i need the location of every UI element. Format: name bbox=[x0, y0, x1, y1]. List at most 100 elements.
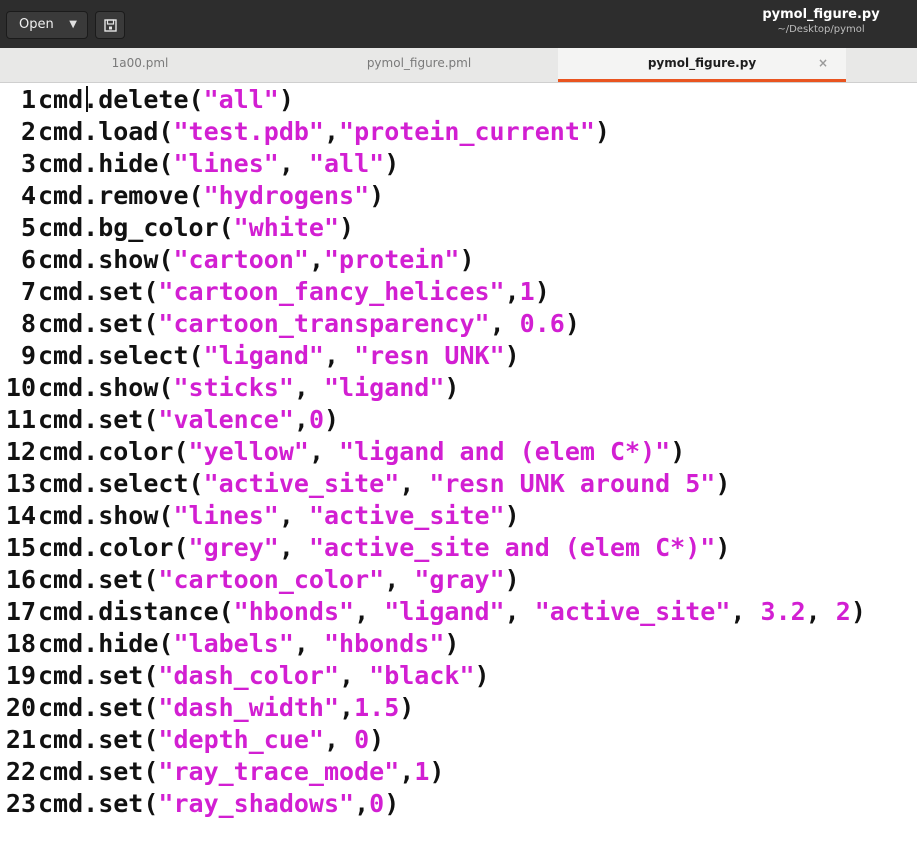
code-token: , bbox=[308, 437, 340, 466]
code-token: cmd.set( bbox=[38, 565, 159, 594]
code-token: cmd.show( bbox=[38, 373, 174, 402]
line-number: 5 bbox=[20, 213, 36, 242]
code-text: cmd.bg_color("white") bbox=[36, 213, 354, 242]
code-line[interactable]: 13cmd.select("active_site", "resn UNK ar… bbox=[0, 468, 731, 500]
code-line[interactable]: 2cmd.load("test.pdb","protein_current") bbox=[0, 116, 610, 148]
code-line[interactable]: 18cmd.hide("labels", "hbonds") bbox=[0, 628, 460, 660]
code-editor[interactable]: 1cmd.delete("all") 2cmd.load("test.pdb","… bbox=[0, 84, 917, 850]
code-line[interactable]: 8cmd.set("cartoon_transparency", 0.6) bbox=[0, 308, 580, 340]
code-token: , bbox=[324, 341, 355, 370]
code-token: , bbox=[354, 789, 370, 818]
string-literal: "hbonds" bbox=[233, 597, 355, 626]
line-number: 21 bbox=[5, 725, 36, 754]
code-token: , bbox=[278, 533, 309, 562]
code-token: , bbox=[278, 501, 309, 530]
code-line[interactable]: 17cmd.distance("hbonds", "ligand", "acti… bbox=[0, 596, 866, 628]
save-icon bbox=[104, 19, 117, 32]
string-literal: "black" bbox=[369, 661, 475, 690]
tab-pymol-figure-pml[interactable]: pymol_figure.pml bbox=[280, 48, 558, 82]
save-button[interactable] bbox=[95, 11, 125, 39]
line-number: 16 bbox=[5, 565, 36, 594]
open-button[interactable]: Open ▼ bbox=[6, 11, 88, 39]
string-literal: "ligand" bbox=[203, 341, 324, 370]
code-token: cmd.hide( bbox=[38, 149, 174, 178]
code-token: ) bbox=[384, 149, 400, 178]
code-line[interactable]: 6cmd.show("cartoon","protein") bbox=[0, 244, 475, 276]
code-token: , bbox=[339, 661, 370, 690]
code-token: cmd.select( bbox=[38, 341, 204, 370]
window-title: pymol_figure.py ~/Desktop/pymol bbox=[751, 7, 891, 37]
close-icon[interactable]: × bbox=[818, 48, 828, 78]
code-line[interactable]: 20cmd.set("dash_width",1.5) bbox=[0, 692, 414, 724]
code-token: cmd.distance( bbox=[38, 597, 234, 626]
code-line[interactable]: 14cmd.show("lines", "active_site") bbox=[0, 500, 520, 532]
code-token: ) bbox=[534, 277, 550, 306]
code-text: cmd.load("test.pdb","protein_current") bbox=[36, 117, 610, 146]
code-token: cmd.color( bbox=[38, 533, 189, 562]
line-number: 14 bbox=[5, 501, 36, 530]
string-literal: "protein" bbox=[324, 245, 460, 274]
code-line[interactable]: 22cmd.set("ray_trace_mode",1) bbox=[0, 756, 445, 788]
code-line[interactable]: 23cmd.set("ray_shadows",0) bbox=[0, 788, 399, 820]
string-literal: "ligand" bbox=[324, 373, 445, 402]
code-text: cmd.distance("hbonds", "ligand", "active… bbox=[36, 597, 866, 626]
code-line[interactable]: 16cmd.set("cartoon_color", "gray") bbox=[0, 564, 520, 596]
code-line[interactable]: 11cmd.set("valence",0) bbox=[0, 404, 339, 436]
code-line[interactable]: 3cmd.hide("lines", "all") bbox=[0, 148, 399, 180]
tab-1a00-pml[interactable]: 1a00.pml bbox=[0, 48, 280, 82]
code-line[interactable]: 21cmd.set("depth_cue", 0) bbox=[0, 724, 384, 756]
code-token: , bbox=[278, 149, 309, 178]
code-token: cmd.set( bbox=[38, 757, 159, 786]
code-text: cmd.color("yellow", "ligand and (elem C*… bbox=[36, 437, 685, 466]
code-line[interactable]: 9cmd.select("ligand", "resn UNK") bbox=[0, 340, 520, 372]
code-line[interactable]: 7cmd.set("cartoon_fancy_helices",1) bbox=[0, 276, 550, 308]
code-line[interactable]: 5cmd.bg_color("white") bbox=[0, 212, 354, 244]
line-number: 17 bbox=[5, 597, 36, 626]
line-number: 2 bbox=[20, 117, 36, 146]
code-line[interactable]: 15cmd.color("grey", "active_site and (el… bbox=[0, 532, 731, 564]
string-literal: "resn UNK around 5" bbox=[429, 469, 716, 498]
tab-pymol-figure-py[interactable]: pymol_figure.py × bbox=[558, 48, 846, 82]
code-token: ) bbox=[715, 469, 731, 498]
string-literal: "grey" bbox=[188, 533, 279, 562]
line-number: 1 bbox=[20, 85, 36, 114]
code-token: cmd.set( bbox=[38, 277, 159, 306]
window-file-name: pymol_figure.py bbox=[762, 7, 880, 22]
code-text: cmd.set("cartoon_color", "gray") bbox=[36, 565, 520, 594]
code-line[interactable]: 4cmd.remove("hydrogens") bbox=[0, 180, 384, 212]
code-token: , bbox=[489, 309, 520, 338]
code-token: , bbox=[399, 757, 415, 786]
string-literal: "cartoon" bbox=[173, 245, 309, 274]
code-line[interactable]: 12cmd.color("yellow", "ligand and (elem … bbox=[0, 436, 685, 468]
line-number: 19 bbox=[5, 661, 36, 690]
string-literal: "yellow" bbox=[188, 437, 309, 466]
tab-bar: 1a00.pml pymol_figure.pml pymol_figure.p… bbox=[0, 48, 917, 83]
string-literal: "ray_trace_mode" bbox=[158, 757, 400, 786]
string-literal: "active_site and (elem C*)" bbox=[308, 533, 716, 562]
line-number: 22 bbox=[5, 757, 36, 786]
code-token: ) bbox=[444, 373, 460, 402]
code-line[interactable]: 1cmd.delete("all") bbox=[0, 84, 294, 116]
code-token: , bbox=[293, 373, 324, 402]
string-literal: 0 bbox=[308, 405, 325, 434]
string-literal: "dash_color" bbox=[158, 661, 340, 690]
string-literal: "white" bbox=[233, 213, 340, 242]
code-line[interactable]: 19cmd.set("dash_color", "black") bbox=[0, 660, 490, 692]
code-token: ) bbox=[474, 661, 490, 690]
code-token: ) bbox=[384, 789, 400, 818]
code-token: ) bbox=[399, 693, 415, 722]
code-text: cmd.set("ray_trace_mode",1) bbox=[36, 757, 444, 786]
string-literal: "test.pdb" bbox=[173, 117, 324, 146]
string-literal: "ligand" bbox=[384, 597, 505, 626]
code-token: cmd.delete( bbox=[38, 85, 204, 114]
text-cursor bbox=[86, 86, 88, 112]
title-bar: Open ▼ pymol_figure.py ~/Desktop/pymol bbox=[0, 0, 917, 48]
code-token: , bbox=[293, 405, 309, 434]
string-literal: "all" bbox=[308, 149, 385, 178]
code-token: cmd.set( bbox=[38, 661, 159, 690]
string-literal: "hbonds" bbox=[324, 629, 445, 658]
string-literal: "ligand and (elem C*)" bbox=[339, 437, 671, 466]
line-number: 11 bbox=[5, 405, 36, 434]
line-number: 23 bbox=[5, 789, 36, 818]
code-line[interactable]: 10cmd.show("sticks", "ligand") bbox=[0, 372, 460, 404]
